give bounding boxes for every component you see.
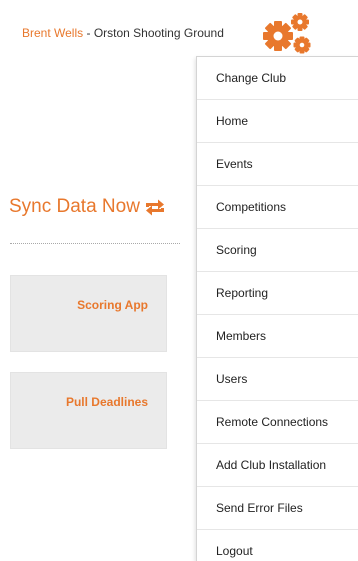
sync-arrows-icon	[144, 198, 166, 216]
menu-item-reporting[interactable]: Reporting	[197, 272, 358, 315]
menu-item-scoring[interactable]: Scoring	[197, 229, 358, 272]
sync-data-now-button[interactable]: Sync Data Now	[9, 196, 166, 218]
header-separator: -	[83, 26, 94, 40]
dropdown-menu: Change Club Home Events Competitions Sco…	[196, 56, 358, 561]
scoring-app-label: Scoring App	[77, 298, 148, 312]
club-name: Orston Shooting Ground	[93, 26, 224, 40]
pull-deadlines-tile[interactable]: Pull Deadlines	[10, 372, 167, 449]
menu-item-change-club[interactable]: Change Club	[197, 57, 358, 100]
menu-item-send-error-files[interactable]: Send Error Files	[197, 487, 358, 530]
user-name[interactable]: Brent Wells	[22, 26, 83, 40]
gears-icon[interactable]	[258, 12, 314, 56]
menu-item-remote-connections[interactable]: Remote Connections	[197, 401, 358, 444]
header-user-club: Brent Wells - Orston Shooting Ground	[22, 26, 224, 40]
menu-item-home[interactable]: Home	[197, 100, 358, 143]
menu-item-members[interactable]: Members	[197, 315, 358, 358]
menu-item-users[interactable]: Users	[197, 358, 358, 401]
divider	[10, 243, 180, 244]
menu-item-competitions[interactable]: Competitions	[197, 186, 358, 229]
scoring-app-tile[interactable]: Scoring App	[10, 275, 167, 352]
pull-deadlines-label: Pull Deadlines	[65, 395, 148, 409]
menu-item-add-club-installation[interactable]: Add Club Installation	[197, 444, 358, 487]
sync-label: Sync Data Now	[9, 196, 140, 217]
menu-item-events[interactable]: Events	[197, 143, 358, 186]
menu-item-logout[interactable]: Logout	[197, 530, 358, 561]
